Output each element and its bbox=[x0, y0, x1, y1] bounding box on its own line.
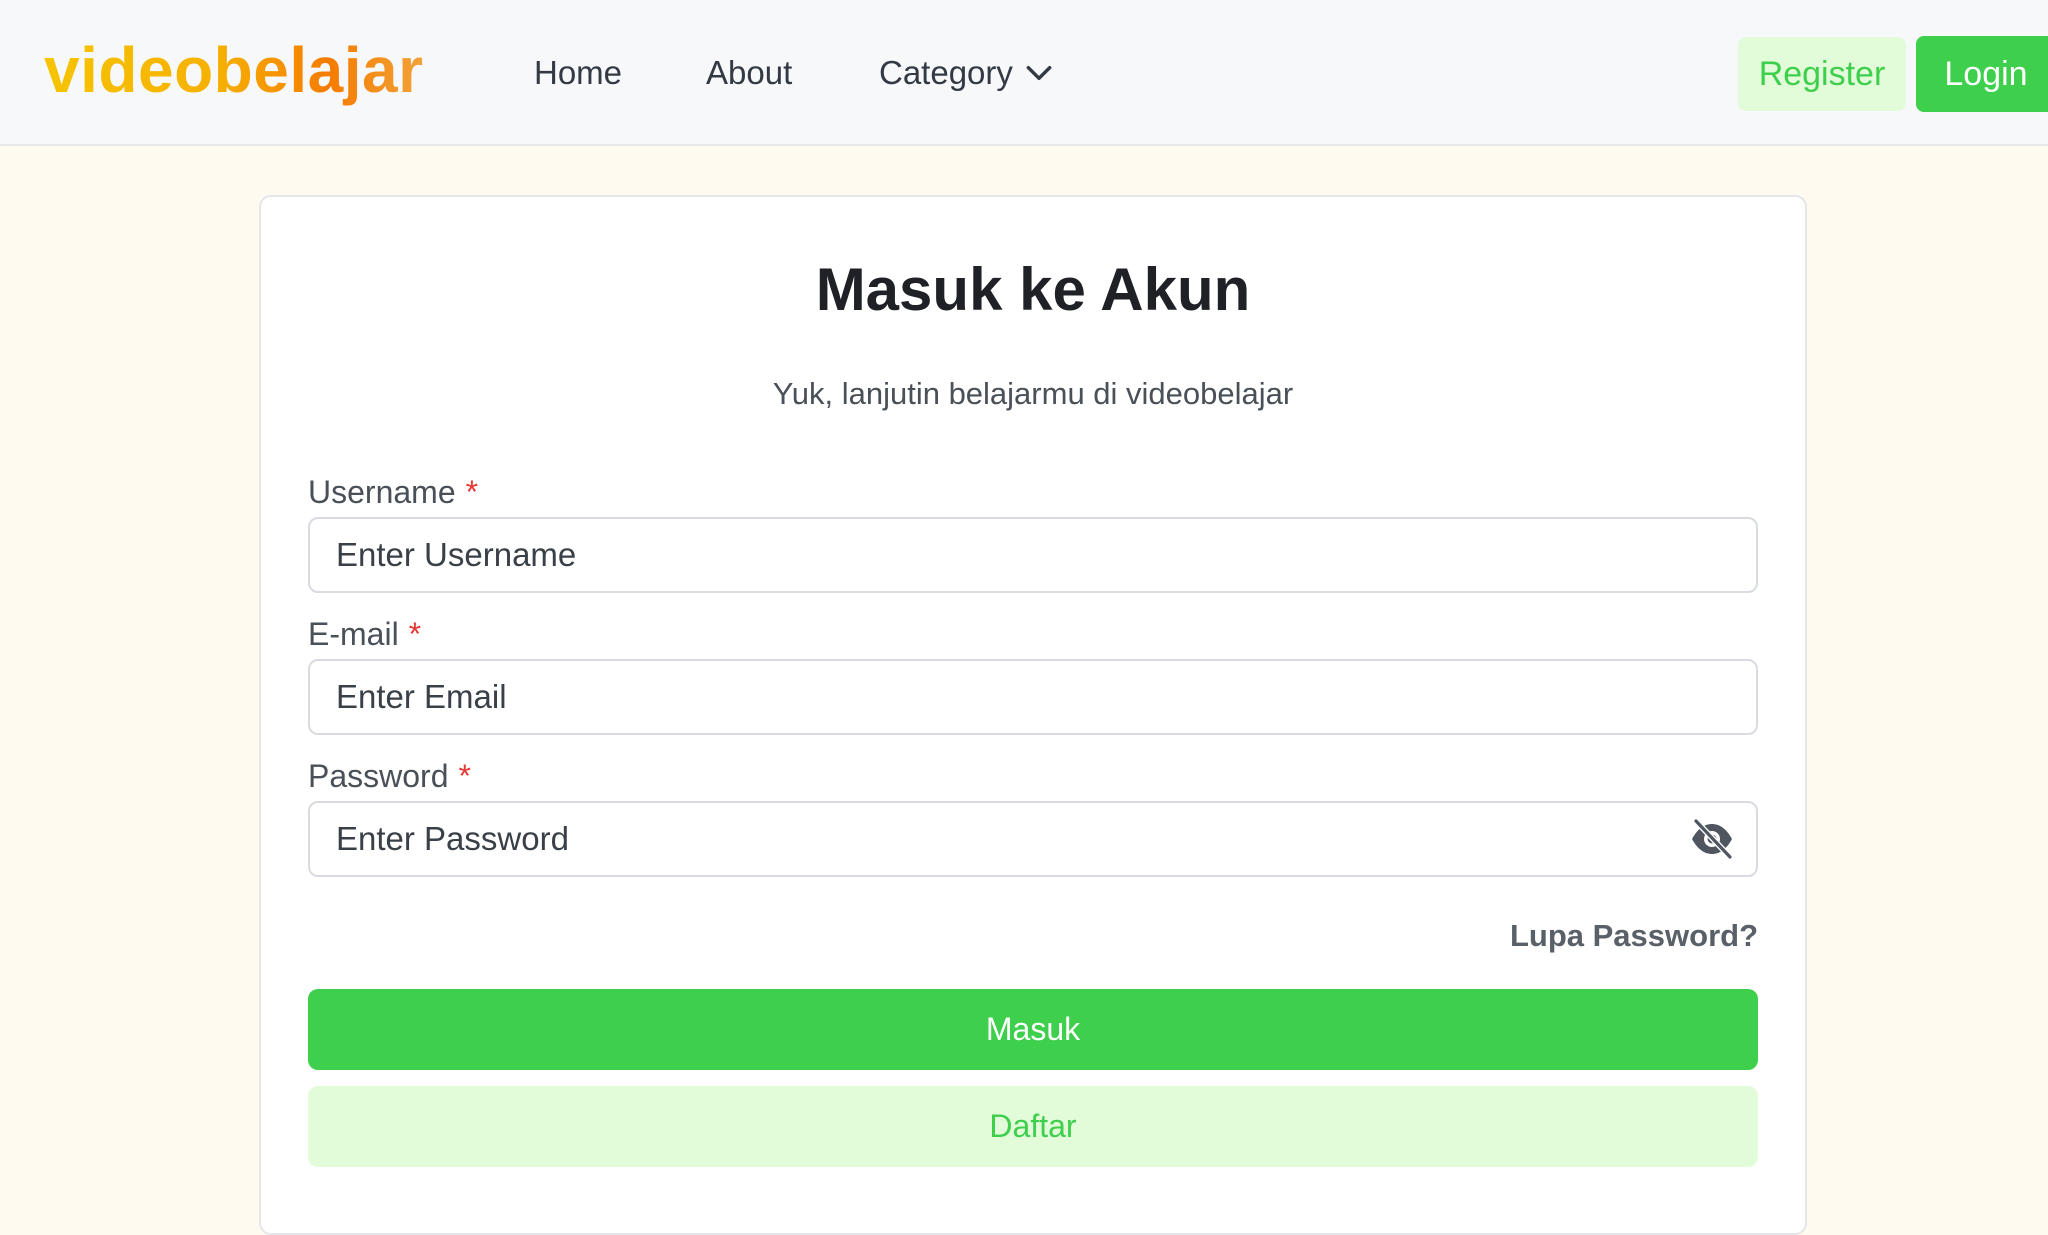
password-input[interactable] bbox=[336, 820, 1688, 858]
required-marker: * bbox=[458, 758, 471, 794]
email-input[interactable] bbox=[336, 678, 1736, 716]
nav-about-link[interactable]: About bbox=[706, 50, 792, 96]
email-field[interactable] bbox=[308, 659, 1758, 735]
password-field[interactable] bbox=[308, 801, 1758, 877]
login-button[interactable]: Login bbox=[1916, 36, 2048, 112]
submit-button[interactable]: Masuk bbox=[308, 989, 1758, 1070]
username-label-text: Username bbox=[308, 474, 456, 510]
page-subtitle: Yuk, lanjutin belajarmu di videobelajar bbox=[772, 376, 1294, 411]
daftar-button[interactable]: Daftar bbox=[308, 1086, 1758, 1167]
email-label: E-mail * bbox=[308, 614, 421, 654]
password-label: Password * bbox=[308, 756, 471, 796]
nav-home-link[interactable]: Home bbox=[534, 50, 622, 96]
required-marker: * bbox=[465, 474, 479, 510]
nav-category-label: Category bbox=[879, 54, 1013, 91]
nav-category-dropdown[interactable]: Category bbox=[879, 50, 1055, 96]
email-label-text: E-mail bbox=[308, 616, 399, 652]
eye-slash-icon[interactable] bbox=[1688, 815, 1736, 863]
logo[interactable]: videobelajar bbox=[44, 30, 424, 110]
navbar: videobelajar Home About Category Registe… bbox=[0, 0, 2048, 146]
chevron-down-icon bbox=[1026, 65, 1052, 81]
register-button[interactable]: Register bbox=[1738, 37, 1906, 111]
username-field[interactable] bbox=[308, 517, 1758, 593]
password-label-text: Password bbox=[308, 758, 449, 794]
required-marker: * bbox=[408, 616, 422, 652]
username-input[interactable] bbox=[336, 536, 1736, 574]
page-title: Masuk ke Akun bbox=[815, 256, 1251, 323]
forgot-password-link[interactable]: Lupa Password? bbox=[1400, 916, 1758, 956]
username-label: Username * bbox=[308, 472, 478, 512]
